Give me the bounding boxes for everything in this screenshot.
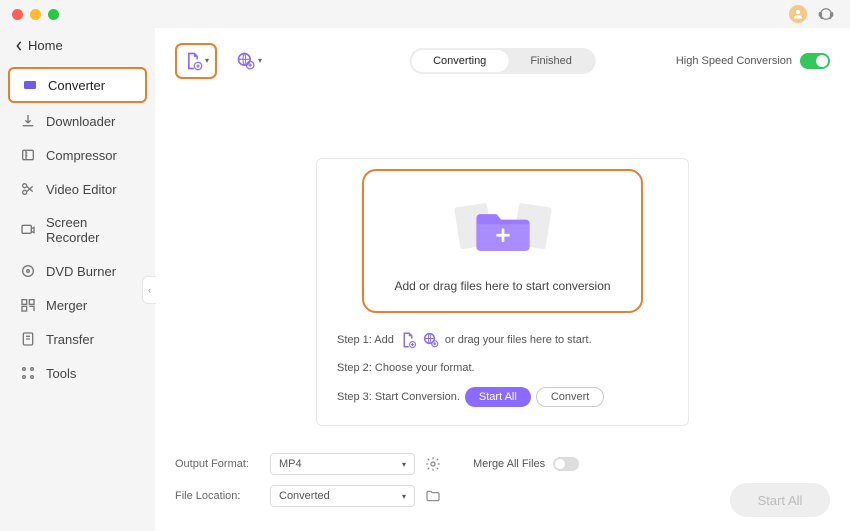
- folder-illustration: [374, 189, 631, 265]
- chevron-down-icon: ▾: [402, 492, 406, 501]
- back-nav[interactable]: Home: [0, 38, 155, 65]
- sidebar-item-tools[interactable]: Tools: [8, 357, 147, 389]
- sidebar-item-downloader[interactable]: Downloader: [8, 105, 147, 137]
- title-bar: [0, 0, 850, 28]
- sidebar-item-video-editor[interactable]: Video Editor: [8, 173, 147, 205]
- sidebar-item-label: Transfer: [46, 332, 94, 347]
- output-format-label: Output Format:: [175, 458, 260, 470]
- main-content: ▾ ▾ Converting Finished High Speed Conve…: [155, 28, 850, 531]
- merger-icon: [20, 297, 36, 313]
- chevron-down-icon: ▾: [402, 460, 406, 469]
- sidebar-item-label: Video Editor: [46, 182, 117, 197]
- tools-icon: [20, 365, 36, 381]
- chevron-down-icon: ▾: [205, 56, 209, 65]
- drop-panel: Add or drag files here to start conversi…: [316, 158, 689, 426]
- sidebar-item-label: Compressor: [46, 148, 117, 163]
- drop-zone[interactable]: Add or drag files here to start conversi…: [362, 169, 643, 313]
- back-label: Home: [28, 38, 63, 53]
- merge-toggle[interactable]: [553, 457, 579, 471]
- step-2: Step 2: Choose your format.: [337, 362, 668, 374]
- tab-finished[interactable]: Finished: [508, 50, 594, 72]
- add-file-button[interactable]: ▾: [175, 43, 217, 79]
- sidebar-item-label: Merger: [46, 298, 87, 313]
- open-folder-icon[interactable]: [425, 488, 441, 504]
- chevron-down-icon: ▾: [258, 56, 262, 65]
- convert-hint-button[interactable]: Convert: [536, 387, 605, 407]
- drop-zone-text: Add or drag files here to start conversi…: [374, 279, 631, 293]
- downloader-icon: [20, 113, 36, 129]
- output-format-select[interactable]: MP4 ▾: [270, 453, 415, 475]
- sidebar-item-compressor[interactable]: Compressor: [8, 139, 147, 171]
- window-controls: [12, 9, 59, 20]
- sidebar-item-label: Tools: [46, 366, 76, 381]
- start-all-button[interactable]: Start All: [730, 483, 830, 517]
- burner-icon: [20, 263, 36, 279]
- sidebar-item-dvd-burner[interactable]: DVD Burner: [8, 255, 147, 287]
- sidebar-item-merger[interactable]: Merger: [8, 289, 147, 321]
- merge-label: Merge All Files: [473, 458, 545, 470]
- user-avatar[interactable]: [789, 5, 807, 23]
- add-file-icon: [399, 331, 417, 349]
- recorder-icon: [20, 222, 36, 238]
- maximize-window[interactable]: [48, 9, 59, 20]
- tab-converting[interactable]: Converting: [411, 50, 508, 72]
- add-url-button[interactable]: ▾: [229, 43, 269, 79]
- speed-label: High Speed Conversion: [676, 55, 792, 67]
- file-location-label: File Location:: [175, 490, 260, 502]
- sidebar-item-screen-recorder[interactable]: Screen Recorder: [8, 207, 147, 253]
- step-3: Step 3: Start Conversion. Start All Conv…: [337, 387, 668, 407]
- minimize-window[interactable]: [30, 9, 41, 20]
- status-tabs: Converting Finished: [409, 48, 596, 74]
- chevron-left-icon: ‹: [148, 285, 151, 295]
- compressor-icon: [20, 147, 36, 163]
- sidebar-item-converter[interactable]: Converter: [8, 67, 147, 103]
- sidebar-item-transfer[interactable]: Transfer: [8, 323, 147, 355]
- sidebar-item-label: Converter: [48, 78, 105, 93]
- transfer-icon: [20, 331, 36, 347]
- speed-toggle[interactable]: [800, 53, 830, 69]
- add-url-icon: [422, 331, 440, 349]
- sidebar-item-label: Downloader: [46, 114, 115, 129]
- output-settings-icon[interactable]: [425, 456, 441, 472]
- collapse-sidebar[interactable]: ‹: [142, 276, 156, 304]
- sidebar-item-label: Screen Recorder: [46, 215, 135, 245]
- editor-icon: [20, 181, 36, 197]
- start-all-hint-button[interactable]: Start All: [465, 387, 531, 407]
- converter-icon: [22, 77, 38, 93]
- close-window[interactable]: [12, 9, 23, 20]
- sidebar: Home Converter Downloader Compressor Vi: [0, 28, 155, 531]
- support-icon[interactable]: [817, 5, 835, 23]
- step-1: Step 1: Add or drag your files here to s…: [337, 331, 668, 349]
- chevron-left-icon: [15, 41, 23, 51]
- file-location-select[interactable]: Converted ▾: [270, 485, 415, 507]
- sidebar-item-label: DVD Burner: [46, 264, 116, 279]
